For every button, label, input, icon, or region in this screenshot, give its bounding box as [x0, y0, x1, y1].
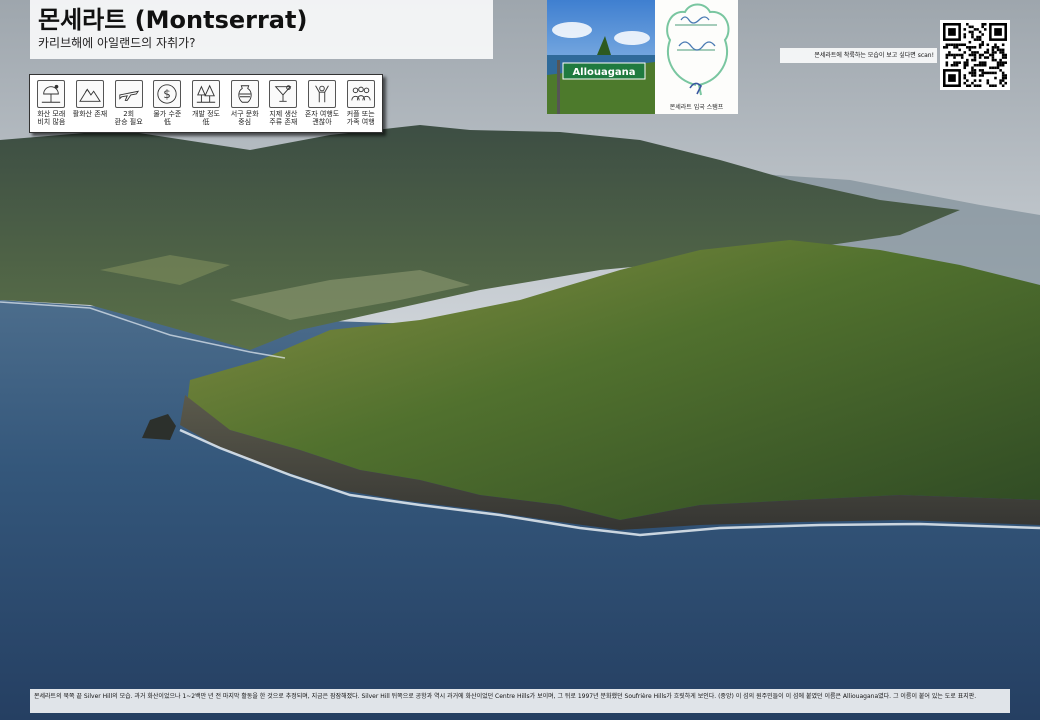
trees-icon [192, 80, 221, 108]
airplane-icon [114, 80, 143, 108]
fact-item: 2회 환승 필요 [109, 80, 148, 132]
stamp-caption: 몬세라트 입국 스탬프 [669, 104, 724, 111]
fact-item: 활화산 존재 [71, 80, 110, 132]
group-icon [346, 80, 375, 108]
fact-item: 지제 생산 주류 존재 [264, 80, 303, 132]
travel-facts-panel: 화산 모래 비치 많음 활화산 존재 2회 환승 필요 $ 물가 수준 低 개발… [29, 74, 383, 133]
page-subtitle: 카리브해에 아일랜드의 자취가? [38, 36, 196, 50]
fact-item: 개발 정도 低 [187, 80, 226, 132]
beach-umbrella-icon [37, 80, 66, 108]
title-box: 몬세라트 (Montserrat) 카리브해에 아일랜드의 자취가? [30, 0, 493, 59]
road-sign-text: Allouagana [572, 67, 635, 78]
dollar-coin-icon: $ [153, 80, 182, 108]
cocktail-icon [269, 80, 298, 108]
people-cheer-icon [308, 80, 337, 108]
page-title: 몬세라트 (Montserrat) [38, 6, 308, 34]
entry-stamp-photo: 몬세라트 입국 스탬프 [655, 0, 738, 114]
scan-note: 몬세라트에 착륙하는 모습이 보고 싶다면 scan! [780, 48, 937, 63]
fact-item: 화산 모래 비치 많음 [32, 80, 71, 132]
svg-text:$: $ [164, 87, 172, 101]
vase-icon [230, 80, 259, 108]
qr-code-icon [943, 23, 1007, 87]
shamrock-stamp-icon [666, 3, 730, 96]
road-sign-photo: Allouagana [547, 0, 655, 114]
mountain-icon [76, 80, 104, 108]
qr-code[interactable] [940, 20, 1010, 90]
fact-item: 혼자 여행도 괜찮아 [303, 80, 342, 132]
fact-item: $ 물가 수준 低 [148, 80, 187, 132]
photo-caption: 몬세라트의 북쪽 끝 Silver Hill의 모습. 과거 화산이었으나 1~… [30, 689, 1010, 713]
fact-item: 서구 문화 중심 [225, 80, 264, 132]
fact-item: 커플 또는 가족 여행 [341, 80, 380, 132]
